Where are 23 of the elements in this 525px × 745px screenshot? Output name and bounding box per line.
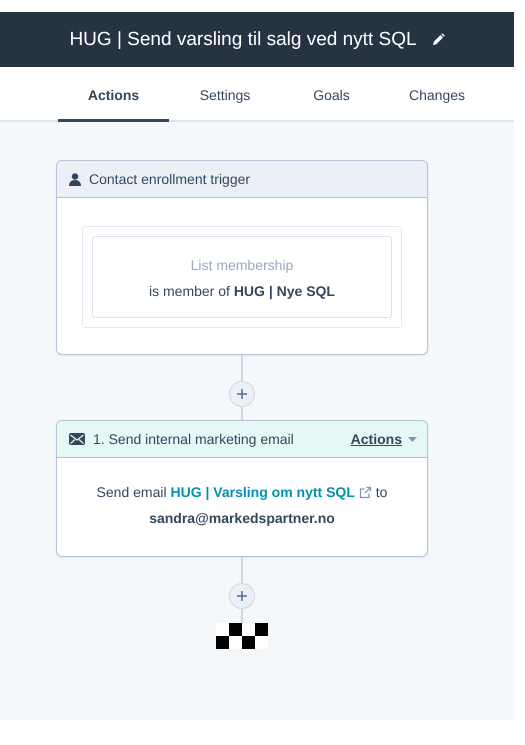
add-step-button[interactable] (229, 583, 255, 609)
actions-menu[interactable]: Actions (350, 431, 417, 447)
recipient-email: sandra@markedspartner.no (149, 510, 335, 526)
pencil-icon[interactable] (430, 32, 445, 46)
tab[interactable]: Goals (281, 67, 382, 123)
filter-card[interactable]: List membership is member of HUG | Nye SQL (92, 236, 392, 318)
tab[interactable]: Settings (169, 67, 281, 123)
caret-icon (408, 436, 417, 442)
card-title: Contact enrollment trigger (89, 171, 252, 187)
filter-label: List membership (190, 257, 294, 273)
person-icon (69, 172, 81, 186)
add-step-button[interactable] (229, 381, 255, 407)
tab[interactable]: Changes (382, 67, 492, 123)
send-email-sentence: Send email HUG | Varsling om nytt SQL to (96, 484, 388, 500)
envelope-icon (69, 433, 85, 445)
plus-icon (236, 388, 248, 400)
email-link[interactable]: HUG | Varsling om nytt SQL (170, 484, 372, 500)
external-link-icon (358, 486, 372, 498)
card-title: 1. Send internal marketing email (93, 431, 295, 447)
filter-text: is member of HUG | Nye SQL (149, 283, 335, 299)
plus-icon (236, 590, 248, 602)
workflow-title: HUG | Send varsling til salg ved nytt SQL (69, 28, 417, 50)
finish-flag-icon (216, 623, 268, 649)
